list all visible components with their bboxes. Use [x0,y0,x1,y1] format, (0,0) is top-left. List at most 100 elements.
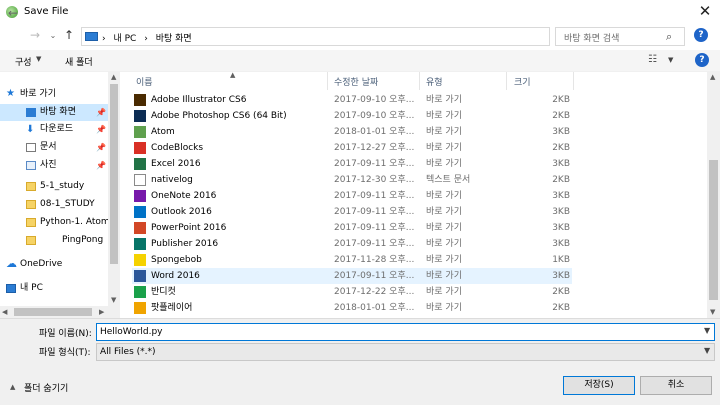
sidebar-item-onedrive[interactable]: ☁ OneDrive [0,256,108,273]
scroll-right-icon[interactable]: ▶ [99,308,104,316]
file-date: 2017-09-11 오후... [334,271,415,281]
view-options-icon[interactable]: ☷ [648,54,657,65]
sidebar-item-08-1-study[interactable]: 08-1_STUDY [0,196,108,213]
table-row[interactable]: 팟플레이어 2018-01-01 오후... 바로 가기 2KB [132,300,572,316]
navigation-pane: ★ 바로 가기 바탕 화면 📌 ⬇ 다운로드 📌 문서 📌 사진 📌 5-1_s… [0,72,120,318]
download-icon: ⬇ [26,124,35,135]
cancel-button[interactable]: 취소 [640,376,712,395]
forward-button[interactable]: → [28,26,42,44]
help-icon[interactable]: ? [694,28,708,42]
file-name: Adobe Photoshop CS6 (64 Bit) [151,111,287,121]
sidebar-hscroll-thumb[interactable] [14,308,92,316]
file-icon [134,126,146,138]
table-row[interactable]: CodeBlocks 2017-12-27 오후... 바로 가기 2KB [132,140,572,156]
pin-icon[interactable]: 📌 [96,157,106,174]
scroll-down-icon[interactable]: ▼ [111,296,116,304]
hide-folders-button[interactable]: 폴더 숨기기 [24,381,68,394]
filename-label: 파일 이름(N): [39,329,92,339]
file-name: OneNote 2016 [151,191,217,201]
pin-icon[interactable]: 📌 [96,104,106,121]
file-date: 2017-12-27 오후... [334,143,415,153]
back-button[interactable]: ← [6,4,20,22]
sidebar-item-python-atom[interactable]: Python-1. Atom [0,214,110,231]
scroll-down-icon[interactable]: ▼ [710,308,715,316]
file-size: 2KB [552,175,570,185]
close-button[interactable]: ✕ [690,0,720,24]
recent-locations-dropdown[interactable]: ⌄ [48,27,58,45]
up-button[interactable]: ↑ [63,26,75,44]
chevron-down-icon[interactable]: ▼ [668,56,673,64]
file-type: 바로 가기 [426,127,462,137]
file-name: Atom [151,127,175,137]
file-type: 바로 가기 [426,223,462,233]
file-icon [134,190,146,202]
sidebar-item-label: 바로 가기 [20,89,56,99]
table-row[interactable]: OneNote 2016 2017-09-11 오후... 바로 가기 3KB [132,188,572,204]
file-name: Outlook 2016 [151,207,212,217]
help-icon[interactable]: ? [695,53,709,67]
table-row[interactable]: Excel 2016 2017-09-11 오후... 바로 가기 3KB [132,156,572,172]
column-divider[interactable] [573,72,574,90]
breadcrumb-my-pc[interactable]: 내 PC [113,34,136,44]
file-date: 2017-09-10 오후... [334,111,415,121]
sidebar-item-my-pc[interactable]: 내 PC [0,280,108,297]
table-row[interactable]: nativelog 2017-12-30 오후... 텍스트 문서 2KB [132,172,572,188]
sidebar-item-5-1-study[interactable]: 5-1_study [0,178,108,195]
scroll-left-icon[interactable]: ◀ [2,308,7,316]
sidebar-scroll-thumb[interactable] [110,84,118,264]
file-date: 2017-09-11 오후... [334,223,415,233]
table-row[interactable]: Adobe Illustrator CS6 2017-09-10 오후... 바로 … [132,92,572,108]
table-row[interactable]: 반디컷 2017-12-22 오후... 바로 가기 2KB [132,284,572,300]
file-icon [134,270,146,282]
file-date: 2017-12-22 오후... [334,287,415,297]
sidebar-item-documents[interactable]: 문서 📌 [0,139,108,156]
cloud-icon: ☁ [6,257,17,270]
table-row[interactable]: PowerPoint 2016 2017-09-11 오후... 바로 가기 3KB [132,220,572,236]
filetype-select[interactable]: All Files (*.*) [96,343,715,361]
address-bar[interactable]: › 내 PC › 바탕 화면 ⌄ ↻ [81,27,629,46]
organize-button[interactable]: 구성 [15,55,32,68]
save-button[interactable]: 저장(S) [563,376,635,395]
column-divider[interactable] [419,72,420,90]
new-folder-button[interactable]: 새 폴더 [65,55,93,68]
search-input[interactable]: 바탕 화면 검색 ⌕ [555,27,685,46]
scroll-up-icon[interactable]: ▲ [710,73,715,81]
table-row[interactable]: Adobe Photoshop CS6 (64 Bit) 2017-09-10 오… [132,108,572,124]
file-name: Adobe Illustrator CS6 [151,95,247,105]
breadcrumb-separator[interactable]: › [144,34,148,44]
column-divider[interactable] [327,72,328,90]
breadcrumb-separator[interactable]: › [102,34,106,44]
star-icon: ★ [6,88,15,99]
column-header-size[interactable]: 크기 [514,75,531,88]
table-row[interactable]: Atom 2018-01-01 오후... 바로 가기 3KB [132,124,572,140]
sidebar-item-label: 문서 [40,142,57,152]
file-type: 바로 가기 [426,111,462,121]
column-header-type[interactable]: 유형 [426,75,443,88]
file-name: CodeBlocks [151,143,204,153]
pin-icon[interactable]: 📌 [96,121,106,138]
scroll-up-icon[interactable]: ▲ [111,73,116,81]
sidebar-item-downloads[interactable]: ⬇ 다운로드 📌 [0,121,108,138]
pin-icon[interactable]: 📌 [96,139,106,156]
file-icon [134,286,146,298]
column-divider[interactable] [506,72,507,90]
chevron-down-icon[interactable]: ▼ [704,346,710,355]
search-placeholder: 바탕 화면 검색 [564,34,620,44]
column-header-date[interactable]: 수정한 날짜 [334,75,378,88]
sidebar-item-pingpong[interactable]: PingPong [0,232,108,249]
caret-up-icon[interactable]: ▲ [10,383,15,391]
sidebar-item-pictures[interactable]: 사진 📌 [0,157,108,174]
column-header-name[interactable]: 이름 [136,75,153,88]
sidebar-item-quick-access[interactable]: ★ 바로 가기 [0,86,108,103]
file-size: 2KB [552,95,570,105]
table-row[interactable]: Spongebob 2017-11-28 오후... 바로 가기 1KB [132,252,572,268]
chevron-down-icon[interactable]: ▼ [704,326,710,335]
file-icon [134,238,146,250]
table-row[interactable]: Word 2016 2017-09-11 오후... 바로 가기 3KB [132,268,572,284]
breadcrumb-desktop[interactable]: 바탕 화면 [156,34,192,44]
filename-input[interactable]: HelloWorld.py [96,323,715,341]
sidebar-item-desktop[interactable]: 바탕 화면 📌 [0,104,108,121]
table-row[interactable]: Publisher 2016 2017-09-11 오후... 바로 가기 3KB [132,236,572,252]
table-row[interactable]: Outlook 2016 2017-09-11 오후... 바로 가기 3KB [132,204,572,220]
file-list-scroll-thumb[interactable] [709,160,718,300]
